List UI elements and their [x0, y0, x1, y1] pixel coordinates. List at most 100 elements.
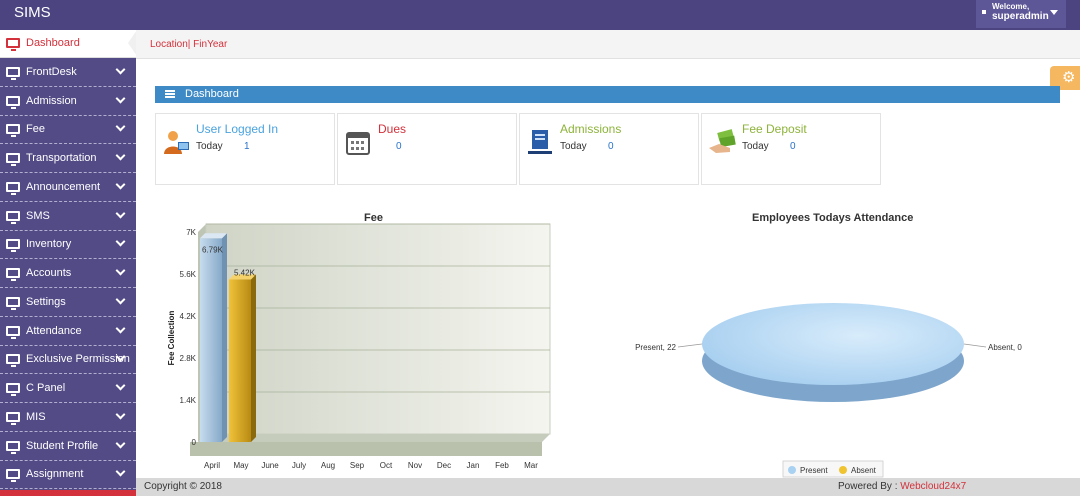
sidebar-item-label: SMS [26, 209, 50, 222]
chevron-down-icon [115, 265, 126, 276]
sidebar-item-label: Assignment [26, 468, 84, 481]
stat-value: 0 [396, 141, 402, 152]
monitor-icon [6, 239, 20, 253]
pie-slice-present[interactable] [702, 303, 964, 385]
x-tick-label: Sep [350, 461, 365, 470]
sidebar-item-attendance[interactable]: Attendance [0, 318, 136, 346]
x-tick-label: July [292, 461, 306, 470]
pie-legend: Present Absent [782, 460, 884, 478]
sidebar-item-label: FrontDesk [26, 65, 77, 78]
sidebar-item-label: Exclusive Permission [26, 353, 130, 366]
bar [200, 238, 222, 442]
sidebar-item-label: Settings [26, 295, 66, 308]
chevron-down-icon [115, 179, 126, 190]
app-brand[interactable]: SIMS [14, 4, 51, 21]
slice-label-present: Present, 22 [635, 343, 676, 352]
monitor-icon [6, 66, 20, 80]
stat-dues[interactable]: Dues 0 [337, 113, 517, 185]
breadcrumb-bar: Location| FinYear [136, 30, 1080, 59]
data-label: 5.42K [234, 268, 256, 277]
stat-value: 0 [608, 141, 614, 152]
stat-title: User Logged In [196, 122, 279, 136]
plot-area [205, 223, 551, 435]
dashboard-heading: Dashboard [155, 86, 1060, 103]
x-tick-label: June [261, 461, 279, 470]
sidebar-item-accounts[interactable]: Accounts [0, 260, 136, 288]
x-tick-label: Mar [524, 461, 538, 470]
vendor-link[interactable]: Webcloud24x7 [900, 481, 966, 492]
sidebar-item-label: Student Profile [26, 439, 99, 452]
chevron-down-icon [115, 93, 126, 103]
sidebar-item-label: C Panel [26, 382, 66, 394]
caret-down-icon[interactable] [1050, 10, 1058, 15]
stat-period: Today [196, 141, 223, 152]
monitor-icon [6, 440, 20, 454]
sidebar-item-inventory[interactable]: Inventory [0, 231, 136, 260]
sidebar-item-settings[interactable]: Settings [0, 289, 136, 317]
stat-title: Admissions [560, 122, 622, 136]
sidebar-item-frontdesk[interactable]: FrontDesk [0, 59, 136, 87]
bar-side [251, 274, 256, 442]
stat-period: Today [560, 141, 587, 152]
x-tick-label: April [204, 461, 220, 470]
top-bar: SIMS Welcome, superadmin [0, 0, 1080, 30]
chevron-down-icon [115, 208, 126, 218]
stat-value: 1 [244, 141, 250, 152]
monitor-icon [6, 38, 20, 51]
leader-line [677, 343, 703, 348]
y-tick-label: 7K [186, 228, 196, 237]
sidebar: Dashboard FrontDesk Admission Fee Transp… [0, 30, 136, 496]
breadcrumb[interactable]: Location| FinYear [150, 39, 227, 50]
legend-present[interactable]: Present [800, 466, 828, 475]
sidebar-item-mis[interactable]: MIS [0, 404, 136, 432]
x-tick-label: Jan [467, 461, 480, 470]
sidebar-item-label: Fee [26, 123, 45, 136]
status-dot [982, 10, 986, 14]
monitor-icon [6, 325, 20, 339]
slice-label-absent: Absent, 0 [988, 343, 1022, 352]
sidebar-item-admission[interactable]: Admission [0, 88, 136, 116]
chevron-down-icon [115, 380, 126, 391]
sidebar-item-fee[interactable]: Fee [0, 116, 136, 145]
chevron-down-icon [115, 438, 126, 448]
chevron-down-icon [115, 323, 126, 333]
legend-absent[interactable]: Absent [851, 466, 877, 475]
monitor-icon [6, 469, 20, 483]
stat-title: Dues [378, 122, 407, 136]
bar-side [222, 233, 227, 442]
leader-line [963, 343, 987, 348]
sidebar-item-exclusive-permission[interactable]: Exclusive Permission [0, 346, 136, 375]
stat-admissions[interactable]: Admissions Today 0 [519, 113, 699, 185]
sidebar-item-label: Dashboard [26, 37, 80, 49]
chevron-down-icon [115, 150, 126, 161]
user-menu[interactable]: Welcome, superadmin [976, 0, 1066, 28]
sidebar-item-transportation[interactable]: Transportation [0, 145, 136, 173]
chevron-down-icon [115, 466, 126, 477]
monitor-icon [6, 354, 20, 368]
attendance-pie-chart: Present, 22 Absent, 0 Present Absent [635, 303, 1022, 478]
stat-user-logged-in[interactable]: User Logged In Today 1 [155, 113, 335, 185]
username: superadmin [992, 11, 1049, 22]
plot-floor-front [190, 442, 542, 456]
sidebar-item-label: Admission [26, 94, 77, 107]
stat-title: Fee Deposit [742, 122, 807, 136]
monitor-icon [6, 296, 20, 310]
sidebar-item-c-panel[interactable]: C Panel [0, 375, 136, 403]
sidebar-item-label: Announcement [26, 180, 100, 193]
x-tick-label: Aug [321, 461, 335, 470]
bar [229, 279, 251, 442]
sidebar-item-student-profile[interactable]: Student Profile [0, 433, 136, 461]
sidebar-item-assignment[interactable]: Assignment [0, 461, 136, 490]
stat-fee-deposit[interactable]: Fee Deposit Today 0 [701, 113, 881, 185]
sidebar-item-announcement[interactable]: Announcement [0, 174, 136, 202]
admissions-icon [528, 130, 552, 154]
y-tick-label: 0 [192, 438, 197, 447]
monitor-icon [6, 210, 20, 224]
chevron-down-icon [115, 294, 126, 305]
sidebar-item-dashboard[interactable]: Dashboard [0, 30, 136, 58]
sidebar-item-sms[interactable]: SMS [0, 203, 136, 231]
copyright-text: Copyright © 2018 [144, 481, 222, 492]
stat-period: Today [742, 141, 769, 152]
monitor-icon [6, 411, 20, 425]
footer: Copyright © 2018 Powered By : Webcloud24… [136, 478, 1080, 496]
